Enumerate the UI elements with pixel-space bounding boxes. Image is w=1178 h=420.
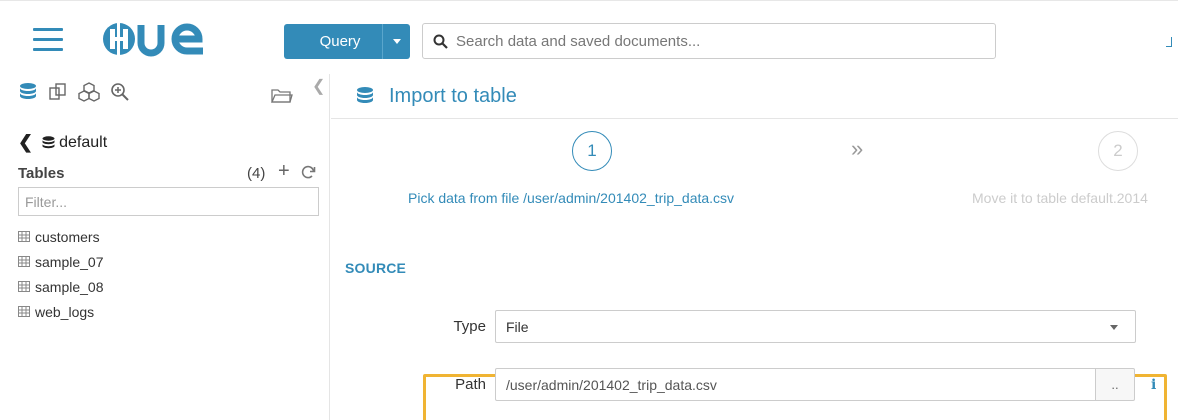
table-list: customers sample_07 sample_08 web_logs — [18, 224, 104, 324]
hamburger-menu-icon[interactable] — [33, 28, 63, 52]
table-item[interactable]: sample_08 — [18, 274, 104, 299]
cubes-icon[interactable] — [78, 82, 100, 102]
chevron-down-icon — [392, 39, 401, 44]
table-item[interactable]: customers — [18, 224, 104, 249]
top-navigation-bar: Query — [0, 0, 1178, 74]
global-search — [422, 23, 996, 59]
table-name: sample_08 — [35, 278, 104, 295]
step-2-number[interactable]: 2 — [1098, 131, 1138, 171]
path-field-row: Path .. i — [441, 368, 1156, 401]
user-menu-chevron-icon[interactable] — [1166, 37, 1172, 47]
chevron-down-icon — [1110, 325, 1118, 330]
step-2[interactable]: 2 — [1098, 131, 1138, 171]
page-title: Import to table — [389, 84, 517, 107]
step-1[interactable]: 1 — [572, 131, 612, 171]
search-icon — [433, 34, 448, 49]
database-name: default — [59, 133, 108, 151]
database-breadcrumb[interactable]: ❮ default — [18, 132, 107, 153]
path-input[interactable] — [495, 368, 1096, 401]
tables-header: Tables (4) + — [18, 160, 318, 183]
table-icon — [18, 281, 30, 292]
table-name: sample_07 — [35, 253, 104, 270]
type-field-row: Type File — [441, 310, 1136, 343]
info-icon[interactable]: i — [1151, 377, 1156, 393]
folder-open-icon[interactable] — [271, 86, 293, 104]
table-icon — [18, 231, 30, 242]
table-filter-input[interactable] — [18, 187, 319, 216]
add-table-icon[interactable]: + — [278, 160, 290, 183]
copy-icon[interactable] — [48, 82, 68, 102]
collapse-panel-chevron-icon[interactable]: ❮ — [312, 76, 325, 96]
table-name: web_logs — [35, 303, 95, 320]
table-item[interactable]: web_logs — [18, 299, 104, 324]
left-assist-panel: ❮ ❮ default Tables (4) + customers sampl… — [0, 74, 330, 420]
chevron-left-icon[interactable]: ❮ — [18, 132, 33, 153]
hue-logo[interactable] — [99, 19, 217, 59]
step-1-label[interactable]: Pick data from file /user/admin/201402_t… — [408, 190, 734, 206]
table-icon — [18, 306, 30, 317]
path-label: Path — [455, 376, 486, 393]
refresh-icon[interactable] — [301, 165, 316, 180]
database-icon — [42, 135, 55, 148]
step-separator-icon: » — [851, 136, 864, 161]
page-header: Import to table — [331, 74, 1178, 119]
step-1-number[interactable]: 1 — [572, 131, 612, 171]
query-button[interactable]: Query — [284, 24, 410, 59]
type-select-value: File — [506, 318, 529, 335]
type-select[interactable]: File — [495, 310, 1136, 343]
tables-count: (4) — [247, 164, 266, 182]
step-2-label: Move it to table default.2014 — [972, 190, 1148, 206]
query-button-label: Query — [319, 33, 361, 50]
assist-panel-tabs — [18, 82, 140, 102]
table-icon — [18, 256, 30, 267]
tables-title: Tables — [18, 164, 65, 182]
query-dropdown-toggle[interactable] — [382, 24, 410, 59]
zoom-in-icon[interactable] — [110, 82, 130, 102]
type-label: Type — [453, 318, 486, 335]
database-icon — [357, 87, 373, 103]
source-section-title: SOURCE — [345, 260, 407, 276]
main-content: Import to table 1 » 2 Pick data from fil… — [331, 74, 1178, 420]
search-input[interactable] — [456, 32, 976, 50]
table-name: customers — [35, 228, 100, 245]
browse-path-button[interactable]: .. — [1096, 368, 1135, 401]
table-item[interactable]: sample_07 — [18, 249, 104, 274]
database-icon[interactable] — [18, 82, 38, 102]
